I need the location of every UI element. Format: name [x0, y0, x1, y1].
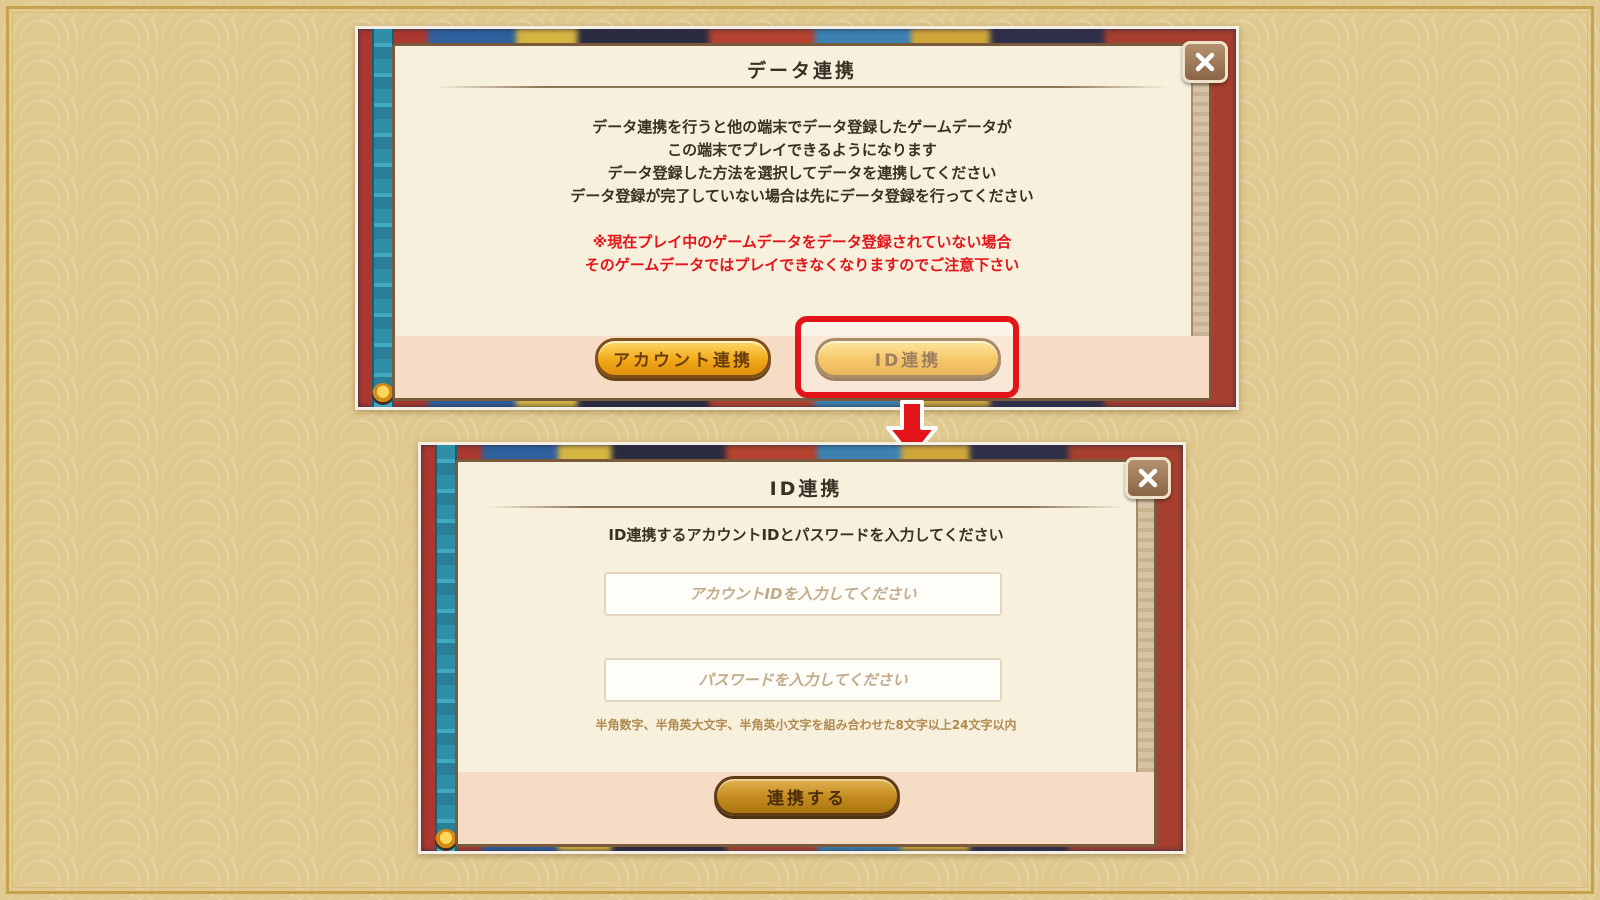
- scroll-rod: [435, 445, 457, 851]
- submit-link-button[interactable]: 連携する: [714, 776, 900, 816]
- password-input[interactable]: [606, 660, 1000, 700]
- scroll-rod: [372, 29, 394, 407]
- message-line: この端末でプレイできるようになります: [667, 141, 937, 159]
- id-link-dialog: ID連携 ID連携するアカウントIDとパスワードを入力してください 半角数字、半…: [455, 459, 1157, 847]
- password-hint: 半角数字、半角英大文字、半角英小文字を組み合わせた8文字以上24文字以内: [595, 718, 1017, 732]
- warning-line: ※現在プレイ中のゲームデータをデータ登録されていない場合: [592, 233, 1012, 251]
- password-field[interactable]: [604, 658, 1002, 702]
- close-icon: [1138, 468, 1158, 488]
- title-divider: [488, 506, 1124, 508]
- account-link-button[interactable]: アカウント連携: [595, 338, 771, 378]
- id-link-highlight: [795, 316, 1019, 398]
- close-icon: [1195, 52, 1215, 72]
- warning-line: そのゲームデータではプレイできなくなりますのでご注意下さい: [584, 256, 1020, 274]
- dialog-title: データ連携: [746, 60, 857, 82]
- message-line: データ登録が完了していない場合は先にデータ登録を行ってください: [570, 187, 1034, 205]
- scroll-knob-icon: [435, 829, 457, 851]
- instruction-text: ID連携するアカウントIDとパスワードを入力してください: [608, 526, 1004, 544]
- account-id-input[interactable]: [606, 574, 1000, 614]
- message-line: データ登録した方法を選択してデータを連携してください: [607, 164, 997, 182]
- message-line: データ連携を行うと他の端末でデータ登録したゲームデータが: [592, 118, 1012, 136]
- id-link-screenshot: ID連携 ID連携するアカウントIDとパスワードを入力してください 半角数字、半…: [418, 442, 1186, 854]
- dialog-title: ID連携: [769, 478, 843, 500]
- scroll-knob-icon: [372, 383, 394, 405]
- title-divider: [435, 86, 1169, 88]
- close-button[interactable]: [1182, 41, 1228, 83]
- account-id-field[interactable]: [604, 572, 1002, 616]
- close-button[interactable]: [1125, 457, 1171, 499]
